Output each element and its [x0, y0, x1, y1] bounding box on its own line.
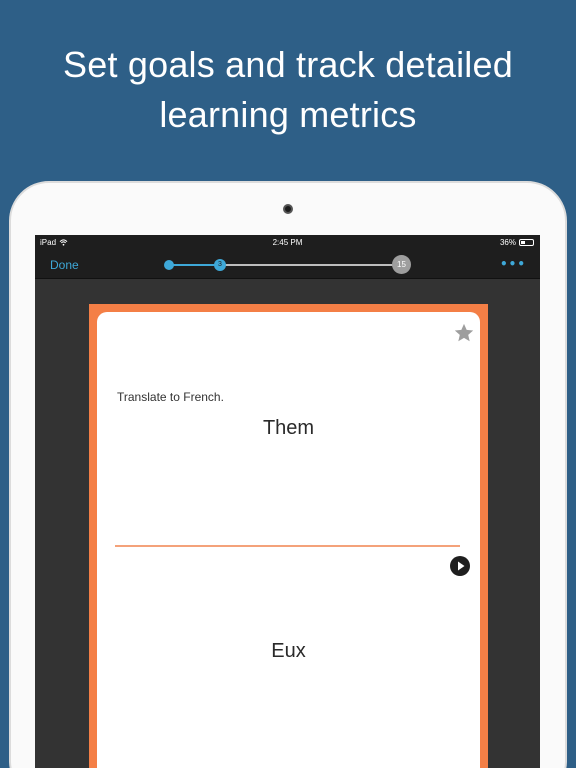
progress-start-dot	[164, 260, 174, 270]
card-term: Them	[262, 417, 315, 439]
status-bar: iPad 2:45 PM 36%	[35, 235, 540, 251]
play-icon[interactable]	[450, 556, 470, 576]
status-right: 36%	[500, 238, 534, 247]
progress-fill	[168, 264, 215, 266]
status-time: 2:45 PM	[272, 238, 303, 247]
flashcard[interactable]: Translate to French. Them Eux	[97, 312, 480, 768]
progress-current-marker: 3	[214, 259, 226, 271]
done-button[interactable]: Done	[50, 258, 79, 272]
more-options-button[interactable]: •••	[500, 257, 526, 271]
progress-track	[168, 264, 401, 266]
card-definition: Eux	[271, 640, 306, 662]
star-icon[interactable]	[453, 322, 475, 344]
battery-percent: 36%	[499, 238, 516, 247]
nav-bar: Done 3 15 •••	[35, 251, 540, 279]
app-screen: iPad 2:45 PM 36% Done 3 15 ••• Translate…	[35, 235, 540, 768]
progress-total-marker: 15	[392, 255, 411, 274]
headline-line-1: Set goals and track detailed	[63, 44, 513, 85]
battery-icon	[519, 239, 534, 246]
headline-line-2: learning metrics	[159, 94, 417, 135]
headline: Set goals and track detailed learning me…	[0, 40, 576, 140]
card-prompt: Translate to French.	[117, 390, 224, 404]
card-divider	[115, 545, 460, 547]
camera-icon	[283, 204, 293, 214]
